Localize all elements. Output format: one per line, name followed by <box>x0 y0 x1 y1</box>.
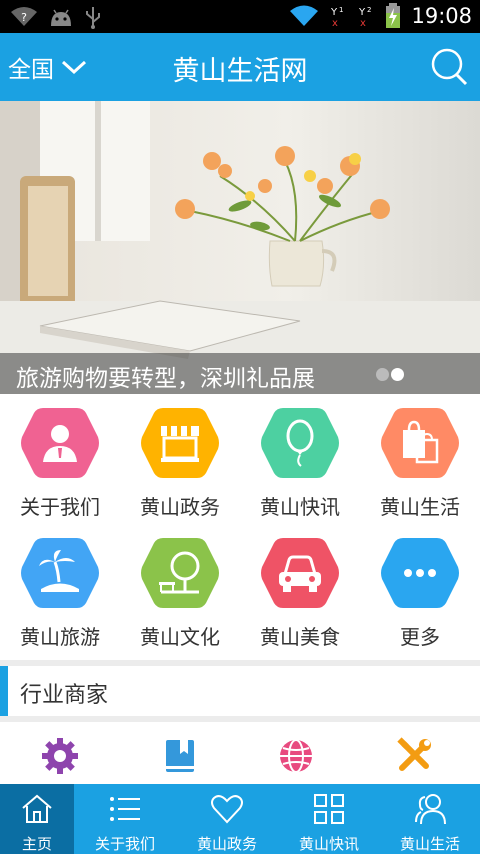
top-app-bar: 全国 黄山生活网 <box>0 33 480 101</box>
grid-item-label: 黄山旅游 <box>20 625 100 649</box>
wifi-question-icon: ? <box>11 7 37 26</box>
palm-island-icon <box>21 538 99 608</box>
balloon-icon <box>261 408 339 478</box>
home-icon <box>22 794 52 823</box>
nav-label: 黄山快讯 <box>298 835 359 853</box>
banner-carousel[interactable]: 旅游购物要转型，深圳礼品展 <box>0 101 480 394</box>
merchants-section-header: 行业商家 <box>0 666 480 716</box>
svg-text:2: 2 <box>367 6 371 14</box>
wrench-screwdriver-icon[interactable] <box>394 736 434 776</box>
grid-item-label: 更多 <box>400 625 440 649</box>
svg-text:?: ? <box>21 11 27 24</box>
usb-icon <box>86 7 100 29</box>
carousel-dot[interactable] <box>376 368 389 381</box>
grid-item-about-us[interactable]: 关于我们 <box>0 394 120 524</box>
grid-item-label: 黄山政务 <box>140 495 220 519</box>
heart-icon <box>211 795 243 824</box>
grid-item-food[interactable]: 黄山美食 <box>240 524 360 654</box>
storefront-icon <box>141 408 219 478</box>
nav-home[interactable]: 主页 <box>0 784 74 854</box>
nav-label: 黄山政务 <box>196 835 257 853</box>
carousel-dot-active[interactable] <box>391 368 404 381</box>
nav-label: 主页 <box>21 835 52 853</box>
grid-item-label: 黄山美食 <box>260 625 340 649</box>
category-grid: 关于我们 黄山政务 黄山快讯 黄山生活 黄山旅游 黄山文化 黄山美食 更多 <box>0 394 480 660</box>
grid-item-label: 关于我们 <box>20 495 100 519</box>
nav-life[interactable]: 黄山生活 <box>380 784 480 854</box>
users-icon <box>415 794 446 825</box>
grid-icon <box>314 794 344 824</box>
list-icon <box>110 797 140 821</box>
more-dots-icon <box>381 538 459 608</box>
signal-sim1-icon: Y 1 x <box>330 6 343 28</box>
tree-bench-icon <box>141 538 219 608</box>
search-icon[interactable] <box>430 47 470 87</box>
grid-item-culture[interactable]: 黄山文化 <box>120 524 240 654</box>
book-icon[interactable] <box>160 736 200 776</box>
svg-text:x: x <box>360 18 366 28</box>
banner-image <box>0 101 480 394</box>
section-accent-bar <box>0 666 8 716</box>
nav-news[interactable]: 黄山快讯 <box>278 784 380 854</box>
system-icons: Y 1 x Y 2 x 19:08 <box>289 3 472 29</box>
banner-caption: 旅游购物要转型，深圳礼品展 <box>0 353 480 394</box>
signal-sim2-icon: Y 2 x <box>358 6 371 28</box>
status-bar: ? Y 1 x Y 2 x 19:08 <box>0 0 480 33</box>
banner-caption-text: 旅游购物要转型，深圳礼品展 <box>16 366 315 392</box>
wifi-icon <box>290 5 319 26</box>
merchant-category-row <box>0 722 480 784</box>
battery-charging-icon <box>386 3 401 28</box>
person-icon <box>21 408 99 478</box>
globe-icon[interactable] <box>276 736 316 776</box>
grid-item-government[interactable]: 黄山政务 <box>120 394 240 524</box>
svg-text:1: 1 <box>339 6 343 14</box>
nav-label: 关于我们 <box>94 835 155 853</box>
section-title: 行业商家 <box>20 683 109 708</box>
grid-item-tourism[interactable]: 黄山旅游 <box>0 524 120 654</box>
grid-item-life[interactable]: 黄山生活 <box>360 394 480 524</box>
nav-about-us[interactable]: 关于我们 <box>74 784 176 854</box>
gear-icon[interactable] <box>40 736 80 776</box>
android-icon <box>51 9 71 26</box>
nav-government[interactable]: 黄山政务 <box>176 784 278 854</box>
grid-item-label: 黄山快讯 <box>260 495 340 519</box>
grid-item-more[interactable]: 更多 <box>360 524 480 654</box>
grid-item-news[interactable]: 黄山快讯 <box>240 394 360 524</box>
notification-icons: ? <box>10 5 102 29</box>
page-title: 黄山生活网 <box>172 56 308 87</box>
carousel-indicator <box>376 368 404 381</box>
svg-text:Y: Y <box>358 7 366 18</box>
clock: 19:08 <box>411 4 472 28</box>
svg-text:Y: Y <box>330 7 338 18</box>
grid-item-label: 黄山文化 <box>140 625 220 649</box>
nav-label: 黄山生活 <box>399 835 460 853</box>
grid-item-label: 黄山生活 <box>380 495 460 519</box>
car-icon <box>261 538 339 608</box>
bottom-navigation: 主页 关于我们 黄山政务 黄山快讯 黄山生活 <box>0 784 480 854</box>
shopping-bags-icon <box>381 408 459 478</box>
svg-text:x: x <box>332 18 338 28</box>
